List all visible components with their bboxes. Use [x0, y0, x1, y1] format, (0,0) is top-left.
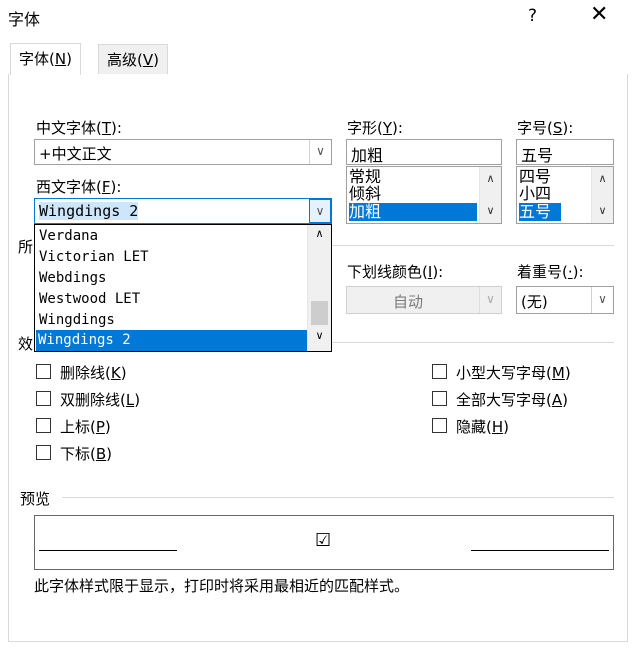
tab-font-label: 字体 — [19, 50, 50, 68]
title-bar — [0, 0, 636, 34]
font-option-selected[interactable]: Wingdings 2 — [36, 330, 308, 351]
scroll-up-icon[interactable]: ∧ — [592, 169, 613, 189]
font-option[interactable]: Victorian LET — [37, 247, 307, 268]
scroll-up-icon[interactable]: ∧ — [480, 169, 501, 189]
preview-box: ☑ — [34, 515, 614, 570]
western-font-label: 西文字体(F): — [36, 178, 122, 196]
tab-advanced-key: V — [142, 51, 154, 69]
question-icon[interactable]: ? — [528, 6, 537, 26]
style-option[interactable]: 倾斜 — [349, 185, 381, 203]
western-font-dropdown[interactable]: Verdana Victorian LET Webdings Westwood … — [34, 224, 332, 352]
underline-color-value: 自动 — [393, 293, 424, 311]
chevron-down-icon[interactable]: ∨ — [309, 140, 331, 164]
small-caps-checkbox[interactable] — [432, 364, 447, 379]
chevron-down-icon[interactable]: ∨ — [479, 287, 501, 313]
double-strikethrough-checkbox[interactable] — [36, 391, 51, 406]
preview-note: 此字体样式限于显示，打印时将采用最相近的匹配样式。 — [34, 577, 410, 595]
checkbox-glyph-icon: ☑ — [315, 530, 332, 551]
all-caps-checkbox[interactable] — [432, 391, 447, 406]
chinese-font-value: +中文正文 — [39, 145, 112, 163]
size-input-value: 五号 — [521, 146, 554, 165]
all-caps-label: 全部大写字母 — [456, 391, 547, 409]
superscript-label: 上标 — [60, 418, 91, 436]
western-font-combo[interactable]: Wingdings 2 ∨ — [34, 198, 332, 224]
scroll-down-icon[interactable]: ∨ — [592, 201, 613, 221]
style-list-scrollbar[interactable]: ∧ ∨ — [479, 167, 501, 223]
size-option-selected[interactable]: 五号 — [519, 203, 561, 221]
double-strikethrough-label: 双删除线 — [60, 391, 121, 409]
small-caps-label: 小型大写字母 — [456, 364, 547, 382]
section-divider — [332, 245, 614, 246]
style-input-value: 加粗 — [351, 146, 384, 165]
style-option-selected[interactable]: 加粗 — [349, 203, 477, 221]
preview-section-label: 预览 — [20, 490, 51, 508]
emphasis-label: 着重号(·): — [517, 263, 584, 281]
strikethrough-label: 删除线 — [60, 364, 106, 382]
hidden-checkbox[interactable] — [432, 418, 447, 433]
strikethrough-checkbox[interactable] — [36, 364, 51, 379]
effects-section-label: 效 — [18, 335, 34, 353]
section-divider — [332, 342, 614, 343]
western-font-value: Wingdings 2 — [39, 202, 139, 220]
size-option[interactable]: 小四 — [519, 185, 551, 203]
style-list[interactable]: 常规 倾斜 加粗 ∧ ∨ — [346, 166, 502, 224]
size-list[interactable]: 四号 小四 五号 ∧ ∨ — [516, 166, 614, 224]
underline-color-label: 下划线颜色(I): — [347, 263, 444, 281]
dropdown-scrollbar[interactable]: ∧ ∨ — [307, 225, 331, 351]
underline-color-combo[interactable]: 自动 ∨ — [346, 286, 502, 314]
chinese-font-combo[interactable]: +中文正文 ∨ — [34, 139, 332, 165]
style-label: 字形(Y): — [347, 119, 403, 137]
style-input[interactable]: 加粗 — [346, 139, 502, 165]
size-label: 字号(S): — [517, 119, 574, 137]
font-option[interactable]: Webdings — [37, 268, 307, 289]
all-text-section-label: 所 — [18, 238, 34, 256]
dialog-title: 字体 — [8, 10, 41, 29]
preview-baseline-left — [39, 550, 177, 551]
emphasis-value: (无) — [521, 293, 548, 311]
font-option[interactable]: Westwood LET — [37, 289, 307, 310]
subscript-checkbox[interactable] — [36, 445, 51, 460]
emphasis-combo[interactable]: (无) ∨ — [516, 286, 614, 314]
scroll-thumb[interactable] — [311, 301, 328, 325]
subscript-label: 下标 — [60, 445, 91, 463]
tab-font[interactable]: 字体(N) — [10, 43, 81, 75]
preview-baseline-right — [471, 550, 609, 551]
chevron-down-icon[interactable]: ∨ — [309, 199, 331, 223]
hidden-label: 隐藏 — [456, 418, 487, 436]
scroll-down-icon[interactable]: ∨ — [480, 201, 501, 221]
tab-font-key: N — [54, 50, 67, 68]
size-list-scrollbar[interactable]: ∧ ∨ — [591, 167, 613, 223]
size-input[interactable]: 五号 — [516, 139, 614, 165]
scroll-up-icon[interactable]: ∧ — [308, 227, 331, 240]
close-icon[interactable]: ✕ — [590, 3, 608, 27]
chinese-font-label: 中文字体(T): — [36, 119, 122, 137]
font-option[interactable]: Wingdings — [37, 310, 307, 331]
superscript-checkbox[interactable] — [36, 418, 51, 433]
chevron-down-icon[interactable]: ∨ — [591, 287, 613, 313]
tab-advanced-label: 高级 — [107, 51, 138, 69]
scroll-down-icon[interactable]: ∨ — [308, 329, 331, 342]
font-option[interactable]: Verdana — [37, 226, 307, 247]
tab-advanced[interactable]: 高级(V) — [98, 44, 168, 74]
section-divider — [62, 497, 614, 498]
